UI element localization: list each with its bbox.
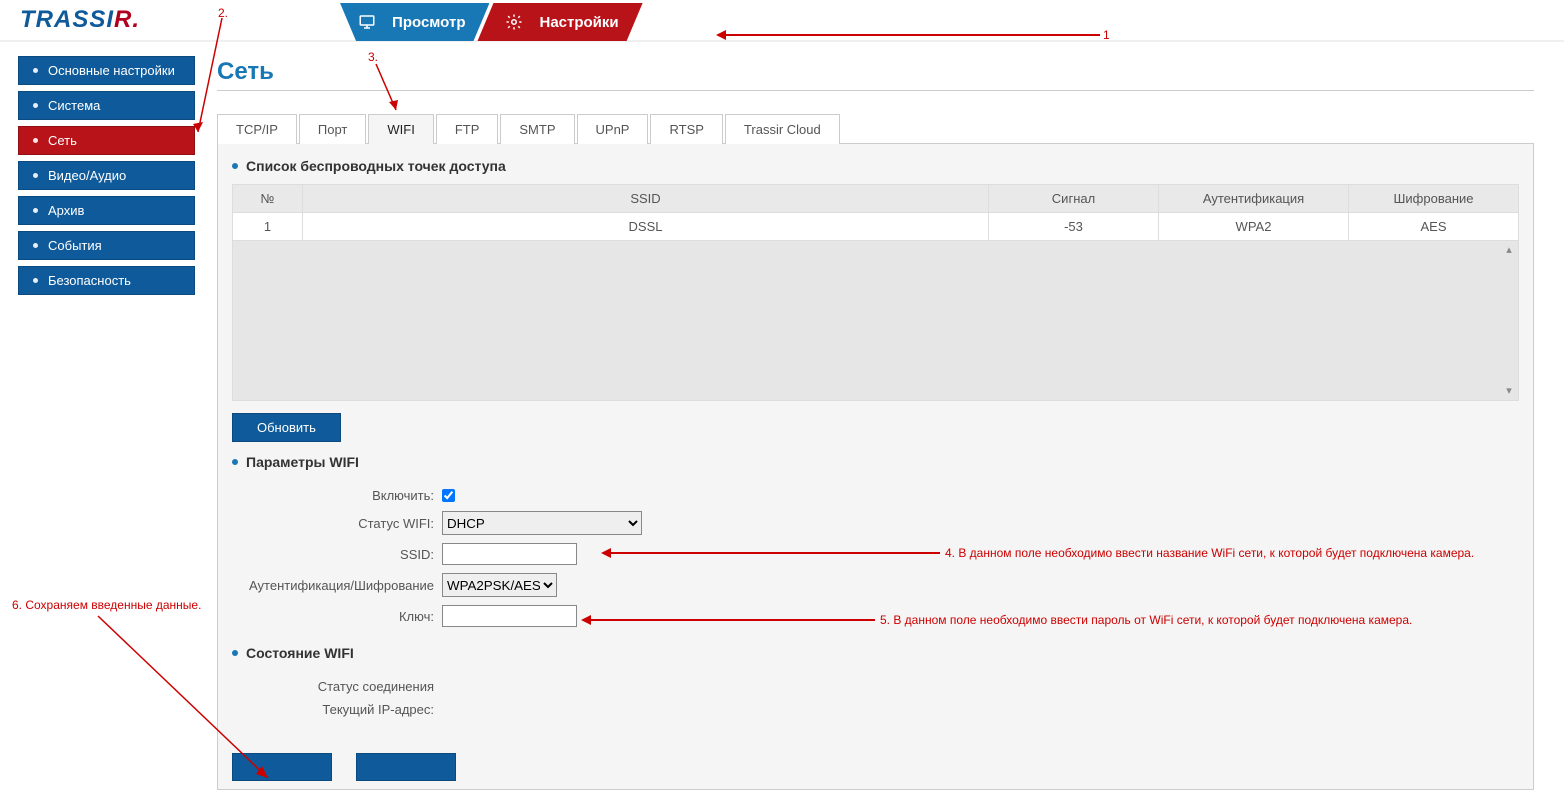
- wifi-status-label: Статус WIFI:: [232, 516, 442, 531]
- scroll-up-icon[interactable]: ▴: [1502, 243, 1516, 257]
- subtab-label: WIFI: [387, 122, 414, 137]
- top-nav: Просмотр Настройки: [340, 0, 631, 41]
- wifi-status-select[interactable]: DHCP: [442, 511, 642, 535]
- wifi-panel: Список беспроводных точек доступа № SSID…: [217, 143, 1534, 790]
- subtab-tcpip[interactable]: TCP/IP: [217, 114, 297, 144]
- divider: [217, 90, 1534, 91]
- save-button[interactable]: [232, 753, 332, 781]
- sidebar-item-events[interactable]: События: [18, 231, 195, 260]
- auth-enc-select[interactable]: WPA2PSK/AES: [442, 573, 557, 597]
- wifi-state-form: Статус соединения Текущий IP-адрес:: [218, 679, 1533, 735]
- sidebar-item-label: Архив: [48, 203, 84, 218]
- wifi-params-form: Включить: Статус WIFI: DHCP SSID: Аутент…: [218, 488, 1533, 645]
- col-signal: Сигнал: [989, 185, 1159, 213]
- logo-part1: TRASS: [20, 6, 106, 33]
- subtab-label: FTP: [455, 122, 480, 137]
- cell-signal: -53: [989, 213, 1159, 241]
- cell-ssid: DSSL: [303, 213, 989, 241]
- key-input[interactable]: [442, 605, 577, 627]
- wifi-list-scroll-area[interactable]: ▴ ▾: [232, 241, 1519, 401]
- section-wifi-params-header: Параметры WIFI: [218, 454, 1533, 480]
- logo: TRASSIR.: [20, 6, 140, 34]
- sidebar-item-network[interactable]: Сеть: [18, 126, 195, 155]
- refresh-button[interactable]: Обновить: [232, 413, 341, 442]
- logo-part3: R: [114, 6, 132, 33]
- col-no: №: [233, 185, 303, 213]
- subtab-label: SMTP: [519, 122, 555, 137]
- bullet-icon: [33, 138, 38, 143]
- section-title: Список беспроводных точек доступа: [246, 158, 506, 174]
- logo-dot: .: [132, 6, 140, 33]
- dot-icon: [232, 650, 238, 656]
- subtab-label: Trassir Cloud: [744, 122, 821, 137]
- sidebar-item-security[interactable]: Безопасность: [18, 266, 195, 295]
- col-ssid: SSID: [303, 185, 989, 213]
- dot-icon: [232, 163, 238, 169]
- subtab-label: Порт: [318, 122, 347, 137]
- button-label: Обновить: [257, 420, 316, 435]
- wifi-ap-table: № SSID Сигнал Аутентификация Шифрование …: [232, 184, 1519, 241]
- second-button[interactable]: [356, 753, 456, 781]
- ssid-label: SSID:: [232, 547, 442, 562]
- section-wifi-list-header: Список беспроводных точек доступа: [218, 158, 1533, 184]
- ssid-input[interactable]: [442, 543, 577, 565]
- subtab-label: UPnP: [596, 122, 630, 137]
- bullet-icon: [33, 278, 38, 283]
- bottom-buttons: [218, 735, 1533, 789]
- sidebar-item-label: Система: [48, 98, 100, 113]
- monitor-icon: [358, 13, 384, 31]
- gear-icon: [505, 13, 531, 31]
- sidebar-item-label: События: [48, 238, 102, 253]
- cell-auth: WPA2: [1159, 213, 1349, 241]
- bullet-icon: [33, 208, 38, 213]
- section-title: Состояние WIFI: [246, 645, 354, 661]
- page-title: Сеть: [217, 58, 1534, 86]
- bullet-icon: [33, 103, 38, 108]
- tab-view-label: Просмотр: [392, 14, 465, 31]
- bullet-icon: [33, 173, 38, 178]
- subtab-upnp[interactable]: UPnP: [577, 114, 649, 144]
- enable-label: Включить:: [232, 488, 442, 503]
- sidebar-item-label: Основные настройки: [48, 63, 175, 78]
- subtab-port[interactable]: Порт: [299, 114, 366, 144]
- dot-icon: [232, 459, 238, 465]
- sidebar-item-label: Безопасность: [48, 273, 131, 288]
- col-enc: Шифрование: [1349, 185, 1519, 213]
- sidebar-item-main-settings[interactable]: Основные настройки: [18, 56, 195, 85]
- auth-enc-label: Аутентификация/Шифрование: [232, 578, 442, 593]
- sidebar-item-label: Видео/Аудио: [48, 168, 126, 183]
- enable-checkbox[interactable]: [442, 489, 455, 502]
- subtab-trassir-cloud[interactable]: Trassir Cloud: [725, 114, 840, 144]
- tab-settings[interactable]: Настройки: [477, 3, 642, 41]
- subtab-label: RTSP: [669, 122, 703, 137]
- current-ip-label: Текущий IP-адрес:: [232, 702, 442, 717]
- sidebar-item-label: Сеть: [48, 133, 77, 148]
- subtab-wifi[interactable]: WIFI: [368, 114, 433, 144]
- section-wifi-state-header: Состояние WIFI: [218, 645, 1533, 671]
- tab-view[interactable]: Просмотр: [340, 3, 489, 41]
- sidebar-item-video-audio[interactable]: Видео/Аудио: [18, 161, 195, 190]
- subtab-ftp[interactable]: FTP: [436, 114, 499, 144]
- scroll-down-icon[interactable]: ▾: [1502, 384, 1516, 398]
- subtab-label: TCP/IP: [236, 122, 278, 137]
- bullet-icon: [33, 68, 38, 73]
- subtab-smtp[interactable]: SMTP: [500, 114, 574, 144]
- subtab-rtsp[interactable]: RTSP: [650, 114, 722, 144]
- bullet-icon: [33, 243, 38, 248]
- logo-part2: I: [106, 6, 114, 33]
- sidebar-item-archive[interactable]: Архив: [18, 196, 195, 225]
- tab-settings-label: Настройки: [539, 14, 618, 31]
- cell-enc: AES: [1349, 213, 1519, 241]
- table-row[interactable]: 1 DSSL -53 WPA2 AES: [233, 213, 1519, 241]
- sidebar: Основные настройки Система Сеть Видео/Ау…: [0, 42, 195, 790]
- header: TRASSIR. Просмотр Настройки: [0, 0, 1564, 42]
- col-auth: Аутентификация: [1159, 185, 1349, 213]
- sub-tabs: TCP/IP Порт WIFI FTP SMTP UPnP RTSP Tras…: [217, 113, 1534, 143]
- conn-status-label: Статус соединения: [232, 679, 442, 694]
- cell-no: 1: [233, 213, 303, 241]
- section-title: Параметры WIFI: [246, 454, 359, 470]
- main-content: Сеть TCP/IP Порт WIFI FTP SMTP UPnP RTSP…: [195, 42, 1564, 790]
- key-label: Ключ:: [232, 609, 442, 624]
- sidebar-item-system[interactable]: Система: [18, 91, 195, 120]
